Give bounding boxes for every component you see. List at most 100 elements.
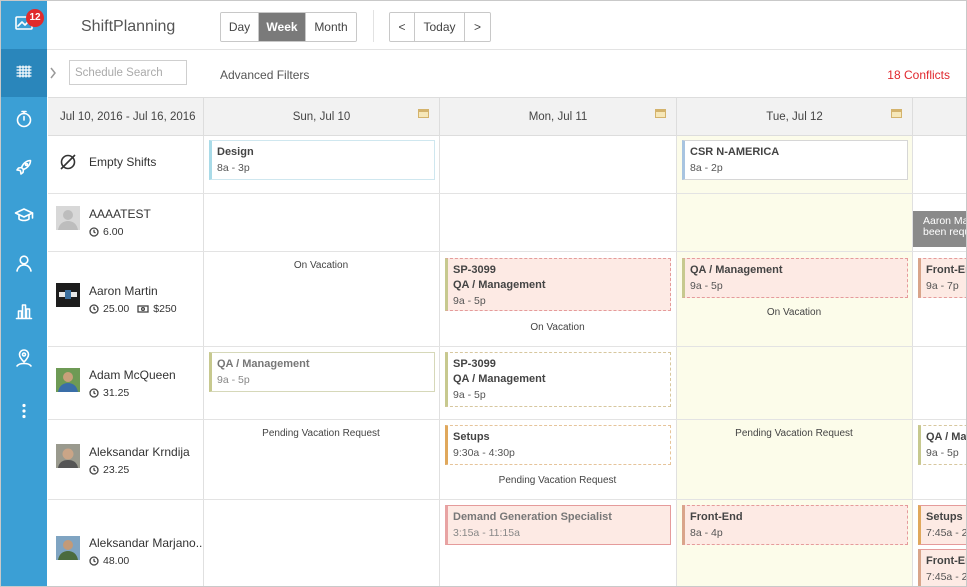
shift-time: 9:30a - 4:30p [453,447,515,459]
graduation-cap-icon [14,205,34,230]
previous-week-button[interactable]: < [390,13,415,41]
row-divider [48,419,966,420]
empty-shifts-icon [58,152,78,172]
training-nav-button[interactable] [1,193,47,241]
employee-name[interactable]: Aaron Martin [89,284,158,298]
employee-name[interactable]: Adam McQueen [89,368,176,382]
shift-card-qa-management[interactable]: QA / Mar 9a - 5p [918,425,967,465]
today-button[interactable]: Today [415,13,465,41]
view-week-button[interactable]: Week [259,13,306,41]
shift-card-design[interactable]: Design 8a - 3p [209,140,435,180]
shift-time: 9a - 5p [926,447,959,459]
shift-code: SP-3099 [453,358,496,370]
employee-hours: 31.25 [89,387,129,399]
day-header-sun: Sun, Jul 10 [203,98,439,136]
bar-chart-icon [14,301,34,326]
employee-name[interactable]: Aleksandar Krndija [89,445,190,459]
view-month-button[interactable]: Month [306,13,356,41]
shift-card-front-end-conflict[interactable]: Front-En 7:45a - 2 [918,549,966,586]
more-vertical-icon [14,401,34,426]
employee-hours: 25.00 $250 [89,303,177,315]
launch-nav-button[interactable] [1,145,47,193]
pending-vacation-note: Pending Vacation Request [498,475,617,486]
day-label: Tue, Jul 12 [766,111,823,123]
vacation-note: On Vacation [530,322,585,333]
calendar-note-icon[interactable] [655,109,666,118]
notification-badge: 12 [26,9,44,27]
shift-time: 8a - 2p [690,162,723,174]
shift-card-setups-conflict[interactable]: Setups 7:45a - 2 [918,505,967,545]
shift-card-csr[interactable]: CSR N-AMERICA 8a - 2p [682,140,908,180]
side-navigation: 12 [1,1,47,586]
clock-icon [89,304,99,314]
shift-card-front-end-conflict[interactable]: Front-End 9a - 7p [918,258,966,298]
calendar-note-icon[interactable] [891,109,902,118]
day-header-wed [912,98,966,136]
employee-name[interactable]: Empty Shifts [89,155,156,169]
day-label: Sun, Jul 10 [292,111,351,123]
schedule-search-input[interactable] [69,60,187,85]
messages-nav-button[interactable]: 12 [1,1,47,49]
employee-name[interactable]: AAAATEST [89,207,151,221]
day-header-mon: Mon, Jul 11 [439,98,676,136]
shift-time: 9a - 5p [690,280,723,292]
clock-icon [89,465,99,475]
shift-card-demand-generation[interactable]: Demand Generation Specialist 3:15a - 11:… [445,505,671,545]
shift-title: Front-End [690,511,743,523]
hours-value: 48.00 [103,555,130,567]
employee-name[interactable]: Aleksandar Marjano.. [89,536,202,550]
avatar [56,368,80,392]
day-label: Mon, Jul 11 [528,111,588,123]
shift-title: QA / Management [453,373,546,385]
reports-nav-button[interactable] [1,289,47,337]
shift-card-qa-management[interactable]: QA / Management 9a - 5p [209,352,435,392]
shift-code: SP-3099 [453,264,496,276]
shift-title: QA / Management [453,279,546,291]
more-nav-button[interactable] [1,389,47,437]
shift-time: 9a - 5p [217,374,250,386]
next-week-button[interactable]: > [465,13,490,41]
shift-time: 7:45a - 2 [926,527,967,539]
shift-time: 8a - 4p [690,527,723,539]
shift-time: 8a - 3p [217,162,250,174]
row-divider [48,346,966,347]
shift-title: Design [217,146,254,158]
expand-sidebar-toggle[interactable] [48,61,58,85]
advanced-filters-link[interactable]: Advanced Filters [220,68,309,82]
employee-hours: 48.00 [89,555,129,567]
shift-time: 9a - 7p [926,280,959,292]
day-header-tue: Tue, Jul 12 [676,98,912,136]
hours-value: 31.25 [103,387,130,399]
row-divider [48,499,966,500]
schedule-nav-button[interactable] [1,49,47,97]
time-clock-nav-button[interactable] [1,97,47,145]
shift-title: Setups [926,511,963,523]
calendar-note-icon[interactable] [418,109,429,118]
schedule-icon [14,61,34,86]
conflicts-link[interactable]: 18 Conflicts [887,68,950,82]
staff-nav-button[interactable] [1,241,47,289]
shift-card-qa-management-unpublished[interactable]: SP-3099 QA / Management 9a - 5p [445,352,671,407]
hours-value: 25.00 [103,303,130,315]
money-icon [137,305,149,313]
header-divider-line [47,49,966,50]
clock-icon [89,227,99,237]
date-navigation: < Today > [389,12,491,42]
app-brand: ShiftPlanning [81,18,176,35]
view-day-button[interactable]: Day [221,13,259,41]
pending-vacation-note: Pending Vacation Request [735,428,853,439]
chevron-right-icon [50,67,56,79]
shift-card-qa-management-conflict[interactable]: QA / Management 9a - 5p [682,258,908,298]
shift-card-qa-management-conflict[interactable]: SP-3099 QA / Management 9a - 5p [445,258,671,311]
vacation-note: On Vacation [766,307,822,318]
vacation-note: On Vacation [293,260,349,271]
locations-nav-button[interactable] [1,337,47,385]
shift-card-front-end-conflict[interactable]: Front-End 8a - 4p [682,505,908,545]
shift-title: QA / Management [217,358,310,370]
shift-card-setups[interactable]: Setups 9:30a - 4:30p [445,425,671,465]
conflict-tooltip: Aaron Ma been requ [913,211,966,247]
map-pin-icon [14,348,34,374]
day-header-row: Jul 10, 2016 - Jul 16, 2016 Sun, Jul 10 … [48,97,966,136]
stopwatch-icon [14,109,34,134]
shift-title: QA / Mar [926,431,967,443]
